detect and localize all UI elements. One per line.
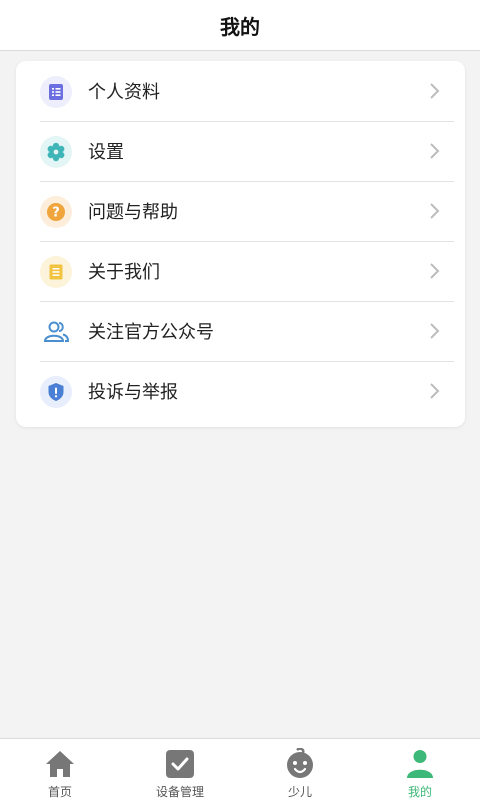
chevron-right-icon [430,323,440,339]
page-title: 我的 [220,14,260,39]
page: 我的 个人资料 设置 ? 问题与帮助 关于我们 关注官方公众号 投诉与举报 首页… [0,0,480,800]
gear-icon [40,136,72,168]
users-icon [40,316,72,348]
home-icon [46,751,74,777]
menu-item-label: 关于我们 [88,262,160,283]
menu-card: 个人资料 设置 ? 问题与帮助 关于我们 关注官方公众号 投诉与举报 [16,61,465,427]
svg-text:?: ? [52,206,60,221]
menu-item-settings[interactable]: 设置 [16,121,465,181]
menu-item-about[interactable]: 关于我们 [16,241,465,301]
tab-label: 首页 [47,785,72,799]
chevron-right-icon [430,203,440,219]
menu-item-report[interactable]: 投诉与举报 [16,361,465,421]
person-icon [407,750,433,778]
baby-icon [287,748,313,778]
menu-item-label: 问题与帮助 [88,202,178,223]
menu-item-label: 关注官方公众号 [88,322,214,343]
checkbox-icon [166,750,194,778]
menu-item-label: 投诉与举报 [88,382,178,403]
profile-list-icon [40,76,72,108]
menu-item-label: 个人资料 [88,82,160,103]
question-icon: ? [40,196,72,228]
tab-bar: 首页 设备管理 少儿 我的 [0,738,480,800]
tab-mine[interactable]: 我的 [360,739,480,800]
menu-item-help[interactable]: ? 问题与帮助 [16,181,465,241]
tab-home[interactable]: 首页 [0,739,120,800]
menu-item-profile[interactable]: 个人资料 [16,61,465,121]
header: 我的 [0,0,480,51]
chevron-right-icon [430,263,440,279]
menu-item-label: 设置 [88,142,124,163]
tab-label: 少儿 [287,785,312,799]
document-icon [40,256,72,288]
tab-label: 我的 [407,785,432,799]
tab-kids[interactable]: 少儿 [240,739,360,800]
tab-label: 设备管理 [155,785,204,799]
menu-item-official-account[interactable]: 关注官方公众号 [16,301,465,361]
tab-device-management[interactable]: 设备管理 [120,739,240,800]
chevron-right-icon [430,83,440,99]
shield-alert-icon [40,376,72,408]
chevron-right-icon [430,383,440,399]
chevron-right-icon [430,143,440,159]
